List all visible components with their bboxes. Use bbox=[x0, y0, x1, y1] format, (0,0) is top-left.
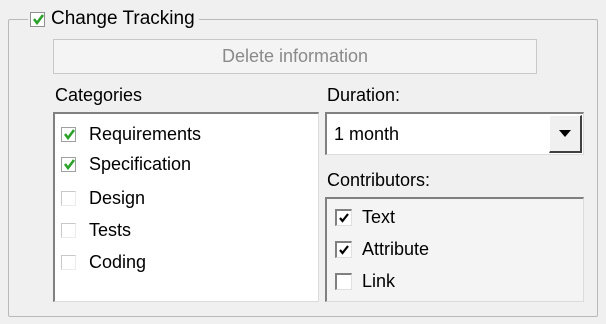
delete-information-button[interactable]: Delete information bbox=[53, 39, 537, 74]
category-label: Coding bbox=[89, 251, 147, 272]
duration-dropdown-button[interactable] bbox=[549, 115, 582, 153]
contributor-checkbox[interactable] bbox=[335, 240, 352, 258]
green-checkmark-icon bbox=[63, 128, 76, 140]
category-item-specification[interactable]: Specification bbox=[61, 152, 191, 176]
duration-dropdown[interactable]: 1 month bbox=[325, 112, 584, 155]
category-checkbox[interactable] bbox=[61, 190, 76, 206]
contributors-box: Text Attribute Link bbox=[325, 197, 584, 302]
green-checkmark-icon bbox=[63, 158, 76, 170]
category-checkbox[interactable] bbox=[61, 254, 76, 270]
duration-selected-value: 1 month bbox=[334, 124, 400, 144]
contributor-label: Attribute bbox=[362, 238, 430, 259]
category-label: Specification bbox=[89, 153, 192, 174]
change-tracking-header: Change Tracking bbox=[28, 4, 199, 34]
contributor-item-text[interactable]: Text bbox=[335, 205, 395, 229]
black-checkmark-icon bbox=[339, 244, 349, 255]
contributor-checkbox[interactable] bbox=[335, 272, 352, 290]
category-item-requirements[interactable]: Requirements bbox=[61, 122, 201, 146]
green-checkmark-icon bbox=[32, 13, 45, 25]
duration-label: Duration: bbox=[327, 85, 401, 105]
black-checkmark-icon bbox=[339, 212, 349, 223]
change-tracking-title: Change Tracking bbox=[51, 8, 195, 29]
categories-label: Categories bbox=[55, 85, 143, 105]
triangle-down-icon bbox=[559, 130, 571, 137]
categories-listbox[interactable]: Requirements Specification Design Tests … bbox=[53, 112, 319, 302]
contributor-item-link[interactable]: Link bbox=[335, 269, 395, 293]
category-item-coding[interactable]: Coding bbox=[61, 250, 146, 274]
category-checkbox[interactable] bbox=[61, 156, 76, 172]
category-checkbox[interactable] bbox=[61, 222, 76, 238]
contributor-label: Link bbox=[362, 270, 396, 291]
contributor-checkbox[interactable] bbox=[335, 208, 352, 226]
category-label: Tests bbox=[89, 219, 132, 240]
change-tracking-checkbox[interactable] bbox=[30, 11, 45, 27]
contributor-item-attribute[interactable]: Attribute bbox=[335, 237, 429, 261]
category-checkbox[interactable] bbox=[61, 126, 76, 142]
contributors-label: Contributors: bbox=[327, 170, 431, 190]
category-item-design[interactable]: Design bbox=[61, 186, 145, 210]
category-label: Design bbox=[89, 187, 146, 208]
category-label: Requirements bbox=[89, 123, 202, 144]
category-item-tests[interactable]: Tests bbox=[61, 218, 131, 242]
contributor-label: Text bbox=[362, 206, 396, 227]
